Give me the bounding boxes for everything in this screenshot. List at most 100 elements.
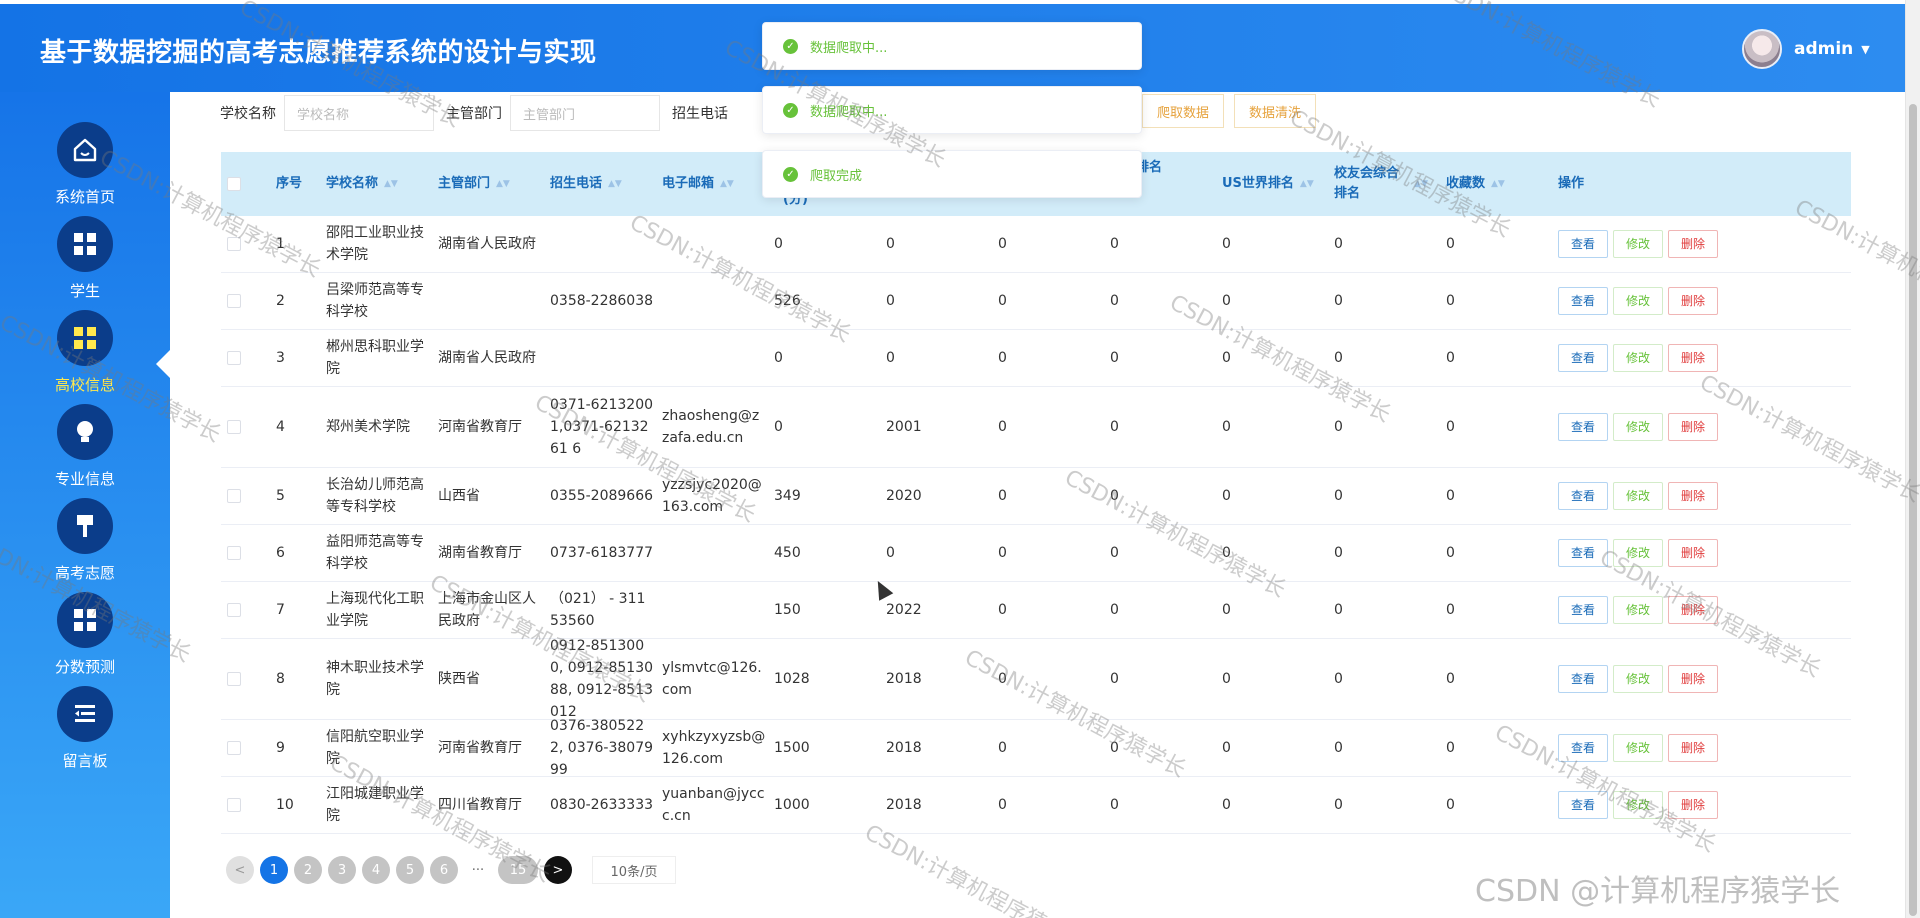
page-scrollbar[interactable]: [1905, 0, 1920, 918]
search-bar: 学校名称 学校名称 主管部门 主管部门 招生电话: [220, 95, 736, 131]
toast-message: ✓ 爬取完成: [762, 150, 1142, 198]
col-alumni-rank[interactable]: 校友会综合排名 ▲▼: [1334, 152, 1428, 216]
view-button[interactable]: 查看: [1558, 734, 1608, 762]
row-checkbox[interactable]: [227, 525, 241, 581]
dept-input[interactable]: 主管部门: [510, 95, 660, 131]
edit-button[interactable]: 修改: [1613, 539, 1663, 567]
edit-button[interactable]: 修改: [1613, 665, 1663, 693]
cell-idx: 7: [276, 602, 285, 618]
edit-button[interactable]: 修改: [1613, 734, 1663, 762]
cell-name: 郑州美术学院: [326, 419, 410, 435]
edit-button[interactable]: 修改: [1613, 344, 1663, 372]
sidebar-item-label: 留言板: [62, 752, 108, 770]
col-us-rank[interactable]: US世界排名 ▲▼: [1222, 152, 1314, 216]
page-button[interactable]: 5: [396, 856, 424, 884]
caret-down-icon[interactable]: ▼: [1861, 43, 1869, 56]
delete-button[interactable]: 删除: [1668, 344, 1718, 372]
page-button[interactable]: 15: [498, 856, 538, 884]
avatar[interactable]: [1742, 29, 1782, 69]
row-checkbox[interactable]: [227, 387, 241, 467]
edit-button[interactable]: 修改: [1613, 230, 1663, 258]
cell-c10: 0: [1222, 740, 1231, 756]
cell-idx: 6: [276, 545, 285, 561]
cell-c7: 2022: [886, 602, 922, 618]
edit-button[interactable]: 修改: [1613, 791, 1663, 819]
row-actions: 查看 修改 删除: [1558, 777, 1723, 833]
cell-dept: [438, 273, 542, 329]
row-checkbox[interactable]: [227, 639, 241, 719]
user-menu[interactable]: admin ▼: [1742, 28, 1870, 70]
cell-c7: 0: [886, 350, 895, 366]
delete-button[interactable]: 删除: [1668, 413, 1718, 441]
delete-button[interactable]: 删除: [1668, 230, 1718, 258]
check-circle-icon: ✓: [783, 102, 798, 118]
view-button[interactable]: 查看: [1558, 596, 1608, 624]
row-checkbox[interactable]: [227, 720, 241, 776]
school-name-input[interactable]: 学校名称: [284, 95, 434, 131]
view-button[interactable]: 查看: [1558, 287, 1608, 315]
delete-button[interactable]: 删除: [1668, 596, 1718, 624]
cell-c8: 0: [998, 740, 1007, 756]
cell-phone: [550, 330, 654, 386]
view-button[interactable]: 查看: [1558, 539, 1608, 567]
cell-c12: 0: [1446, 671, 1455, 687]
prev-page-button[interactable]: <: [226, 856, 254, 884]
select-all-checkbox[interactable]: [227, 152, 241, 216]
delete-button[interactable]: 删除: [1668, 287, 1718, 315]
page-button[interactable]: 1: [260, 856, 288, 884]
grid-icon: [57, 216, 113, 272]
view-button[interactable]: 查看: [1558, 665, 1608, 693]
page-size-select[interactable]: 10条/页: [592, 856, 676, 884]
row-checkbox[interactable]: [227, 273, 241, 329]
view-button[interactable]: 查看: [1558, 344, 1608, 372]
sidebar: 系统首页 学生 高校信息 专业信息 高考志愿 分数预测 留言板: [0, 92, 170, 918]
col-phone[interactable]: 招生电话 ▲▼: [550, 152, 622, 216]
cell-c6: 0: [774, 236, 783, 252]
data-clean-button[interactable]: 数据清洗: [1234, 94, 1316, 128]
view-button[interactable]: 查看: [1558, 482, 1608, 510]
view-button[interactable]: 查看: [1558, 791, 1608, 819]
cell-email: yzzsjyc2020@163.com: [662, 477, 762, 515]
cell-email: [662, 216, 766, 272]
delete-button[interactable]: 删除: [1668, 482, 1718, 510]
view-button[interactable]: 查看: [1558, 413, 1608, 441]
delete-button[interactable]: 删除: [1668, 734, 1718, 762]
edit-button[interactable]: 修改: [1613, 596, 1663, 624]
crawl-data-button[interactable]: 爬取数据: [1142, 94, 1224, 128]
cell-c12: 0: [1446, 797, 1455, 813]
col-name[interactable]: 学校名称 ▲▼: [326, 152, 398, 216]
row-checkbox[interactable]: [227, 777, 241, 833]
delete-button[interactable]: 删除: [1668, 539, 1718, 567]
view-button[interactable]: 查看: [1558, 230, 1608, 258]
username[interactable]: admin: [1794, 39, 1853, 59]
next-page-button[interactable]: >: [544, 856, 572, 884]
cell-c6: 0: [774, 419, 783, 435]
cell-c8: 0: [998, 602, 1007, 618]
cell-c7: 2001: [886, 419, 922, 435]
delete-button[interactable]: 删除: [1668, 791, 1718, 819]
scrollbar-thumb[interactable]: [1909, 104, 1917, 916]
row-checkbox[interactable]: [227, 330, 241, 386]
page-button[interactable]: 3: [328, 856, 356, 884]
col-favorites[interactable]: 收藏数 ▲▼: [1446, 152, 1505, 216]
page-button[interactable]: 4: [362, 856, 390, 884]
row-checkbox[interactable]: [227, 216, 241, 272]
cell-c11: 0: [1334, 602, 1343, 618]
edit-button[interactable]: 修改: [1613, 413, 1663, 441]
row-checkbox[interactable]: [227, 468, 241, 524]
delete-button[interactable]: 删除: [1668, 665, 1718, 693]
app-root: 基于数据挖掘的高考志愿推荐系统的设计与实现 admin ▼ 系统首页 学生 高校…: [0, 0, 1920, 918]
edit-button[interactable]: 修改: [1613, 482, 1663, 510]
page-button[interactable]: 6: [430, 856, 458, 884]
col-email[interactable]: 电子邮箱 ▲▼: [662, 152, 734, 216]
cell-c12: 0: [1446, 236, 1455, 252]
edit-button[interactable]: 修改: [1613, 287, 1663, 315]
sidebar-item-message-board[interactable]: 留言板: [0, 686, 170, 796]
col-dept[interactable]: 主管部门 ▲▼: [438, 152, 510, 216]
row-checkbox[interactable]: [227, 582, 241, 638]
cell-idx: 2: [276, 293, 285, 309]
cell-c7: 2018: [886, 797, 922, 813]
page-ellipsis[interactable]: ···: [464, 863, 492, 878]
page-button[interactable]: 2: [294, 856, 322, 884]
table-row: 5 长治幼儿师范高等专科学校 山西省 0355-2089666 yzzsjyc2020@…: [221, 468, 1851, 525]
